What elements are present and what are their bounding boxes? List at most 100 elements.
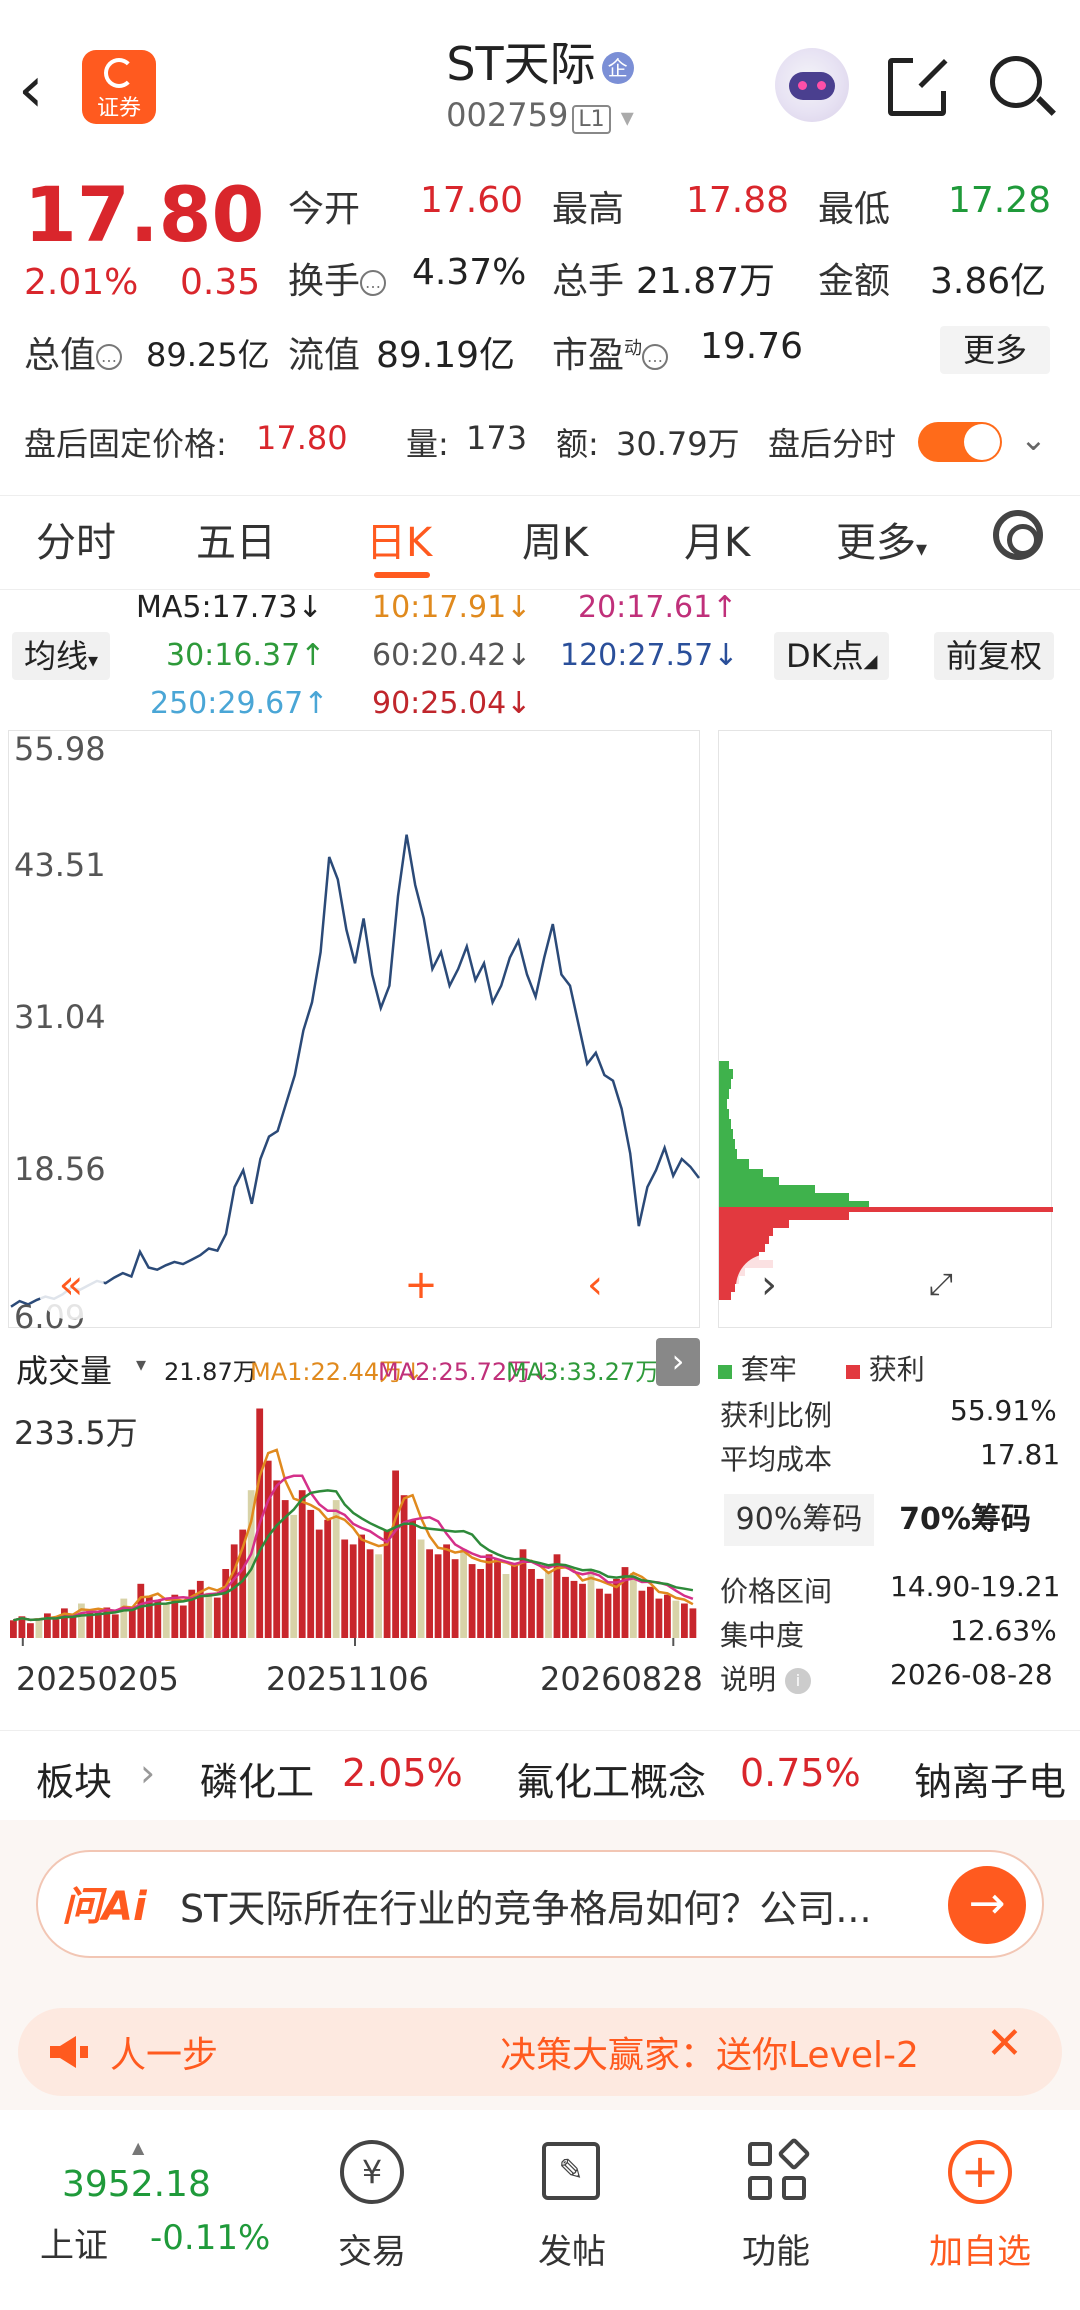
dropdown-triangle-icon[interactable]: ▾ bbox=[621, 103, 634, 133]
settings-gear-icon[interactable] bbox=[993, 510, 1043, 560]
tab-more[interactable]: 更多▾ bbox=[836, 510, 927, 568]
add-watchlist-icon[interactable]: + bbox=[948, 2140, 1012, 2204]
chip-legend: 套牢 获利 bbox=[718, 1348, 925, 1388]
volume-bar bbox=[35, 1618, 43, 1638]
x-tick-mark bbox=[354, 1638, 356, 1646]
volume-bar bbox=[264, 1460, 272, 1638]
amount-value: 3.86亿 bbox=[930, 261, 1047, 302]
nav-trade[interactable]: 交易 bbox=[302, 2224, 442, 2273]
volume-bar bbox=[596, 1588, 603, 1638]
nav-add-watchlist[interactable]: 加自选 bbox=[910, 2224, 1050, 2273]
chip-tab-90[interactable]: 90%筹码 bbox=[724, 1494, 874, 1546]
tab-weekly-k[interactable]: 周K bbox=[522, 510, 588, 568]
volume-bar bbox=[332, 1500, 340, 1638]
search-icon[interactable] bbox=[990, 56, 1042, 108]
chip-stat-label: 集中度 bbox=[720, 1619, 805, 1652]
chip-tab-70[interactable]: 70%筹码 bbox=[890, 1494, 1040, 1546]
chip-stat-label: 获利比例 bbox=[720, 1399, 833, 1432]
price-chart-svg bbox=[10, 834, 700, 1308]
last-price: 17.80 bbox=[24, 170, 265, 259]
index-change: -0.11% bbox=[150, 2218, 271, 2258]
chip-distribution-panel[interactable] bbox=[718, 730, 1053, 1328]
chip-stat-value: 55.91% bbox=[950, 1394, 1057, 1427]
close-icon[interactable]: ✕ bbox=[986, 2018, 1023, 2069]
fast-back-icon[interactable]: « bbox=[38, 1254, 104, 1320]
pe-label-sup: 动 bbox=[624, 338, 643, 359]
dk-point-selector[interactable]: DK点◢ bbox=[774, 632, 890, 680]
arrow-right-icon[interactable]: → bbox=[948, 1866, 1026, 1944]
ma-selector[interactable]: 均线▾ bbox=[12, 632, 111, 680]
volume-bar bbox=[358, 1534, 365, 1638]
volume-bar bbox=[409, 1519, 416, 1638]
promo-right-text: 决策大赢家：送你Level-2 bbox=[500, 2035, 919, 2076]
after-hours-toggle[interactable] bbox=[918, 422, 1002, 462]
more-quote-button[interactable]: 更多 bbox=[940, 326, 1050, 374]
function-grid-icon[interactable] bbox=[748, 2137, 811, 2202]
index-name: 上证 bbox=[40, 2226, 108, 2266]
volume-bar bbox=[162, 1602, 170, 1638]
volume-bar bbox=[128, 1609, 136, 1638]
tab-five-day[interactable]: 五日 bbox=[196, 510, 276, 568]
ma-line-30: 30:16.37↑ bbox=[166, 638, 326, 673]
chevron-right-icon[interactable]: › bbox=[140, 1751, 155, 1795]
volume-bar bbox=[315, 1529, 323, 1638]
volume-bar bbox=[460, 1549, 467, 1638]
total-volume-value: 21.87万 bbox=[636, 261, 776, 302]
ai-question-text[interactable]: ST天际所在行业的竞争格局如何？公司... bbox=[180, 1878, 872, 1933]
volume-bar bbox=[443, 1544, 450, 1638]
market-cap-value: 89.25亿 bbox=[146, 336, 270, 374]
info-icon[interactable]: … bbox=[642, 344, 669, 370]
y-tick-label: 55.98 bbox=[14, 730, 106, 768]
sector-item[interactable]: 钠离子电 bbox=[914, 1751, 1066, 1806]
expand-right-icon[interactable]: › bbox=[656, 1338, 700, 1386]
volume-bar bbox=[528, 1569, 535, 1638]
zoom-in-icon[interactable]: + bbox=[388, 1254, 454, 1320]
volume-bar bbox=[545, 1571, 552, 1638]
turnover-value: 4.37% bbox=[412, 252, 527, 293]
x-tick-mark bbox=[21, 1638, 24, 1646]
broker-logo-icon[interactable]: 证券 bbox=[82, 50, 156, 124]
tab-more-label: 更多 bbox=[836, 520, 916, 566]
adjust-selector[interactable]: 前复权 bbox=[934, 632, 1055, 680]
y-tick-label: 18.56 bbox=[14, 1150, 106, 1188]
info-icon[interactable]: … bbox=[96, 344, 123, 370]
info-icon[interactable]: i bbox=[784, 1668, 811, 1694]
x-tick-label: 20251106 bbox=[266, 1660, 429, 1698]
stock-code-row[interactable]: 002759 L1 ▾ bbox=[300, 96, 780, 134]
tab-timeshare[interactable]: 分时 bbox=[36, 510, 116, 568]
sector-item[interactable]: 磷化工 bbox=[200, 1751, 314, 1806]
index-value[interactable]: 3952.18 bbox=[62, 2164, 211, 2205]
turnover-label: 换手… bbox=[288, 252, 387, 304]
post-edit-icon[interactable]: ✎ bbox=[542, 2142, 600, 2200]
market-cap-label: 总值… bbox=[24, 326, 123, 378]
volume-bar bbox=[341, 1539, 349, 1638]
price-line bbox=[10, 834, 700, 1308]
volume-bar bbox=[27, 1623, 34, 1638]
back-arrow-icon[interactable]: ‹ bbox=[18, 50, 68, 130]
step-forward-icon[interactable]: › bbox=[736, 1254, 802, 1320]
expand-icon[interactable]: ⤢ bbox=[908, 1254, 974, 1320]
legend-trapped: 套牢 bbox=[740, 1353, 797, 1386]
step-back-icon[interactable]: ‹ bbox=[562, 1254, 628, 1320]
share-icon[interactable] bbox=[888, 55, 949, 116]
volume-bar bbox=[10, 1620, 17, 1638]
nav-post[interactable]: 发帖 bbox=[502, 2224, 642, 2273]
volume-bar bbox=[205, 1592, 213, 1638]
trade-yen-icon[interactable]: ¥ bbox=[340, 2140, 404, 2204]
amount-label: 金额 bbox=[818, 261, 891, 302]
info-icon[interactable]: … bbox=[360, 270, 387, 296]
chevron-down-icon[interactable]: ⌄ bbox=[1020, 420, 1047, 458]
price-chart-panel[interactable] bbox=[8, 730, 700, 1328]
stock-name: ST天际 bbox=[446, 37, 596, 91]
volume-label[interactable]: 成交量 bbox=[16, 1346, 112, 1392]
nav-function[interactable]: 功能 bbox=[706, 2224, 846, 2273]
volume-bar bbox=[111, 1614, 119, 1638]
tab-daily-k[interactable]: 日K bbox=[366, 510, 432, 568]
sector-item[interactable]: 氟化工概念 bbox=[516, 1751, 706, 1806]
volume-bar bbox=[290, 1514, 298, 1638]
change-percent: 2.01% bbox=[24, 262, 139, 303]
tab-monthly-k[interactable]: 月K bbox=[684, 510, 750, 568]
volume-bar bbox=[349, 1544, 357, 1638]
assistant-robot-icon[interactable] bbox=[775, 48, 849, 122]
volume-bar bbox=[502, 1574, 510, 1638]
